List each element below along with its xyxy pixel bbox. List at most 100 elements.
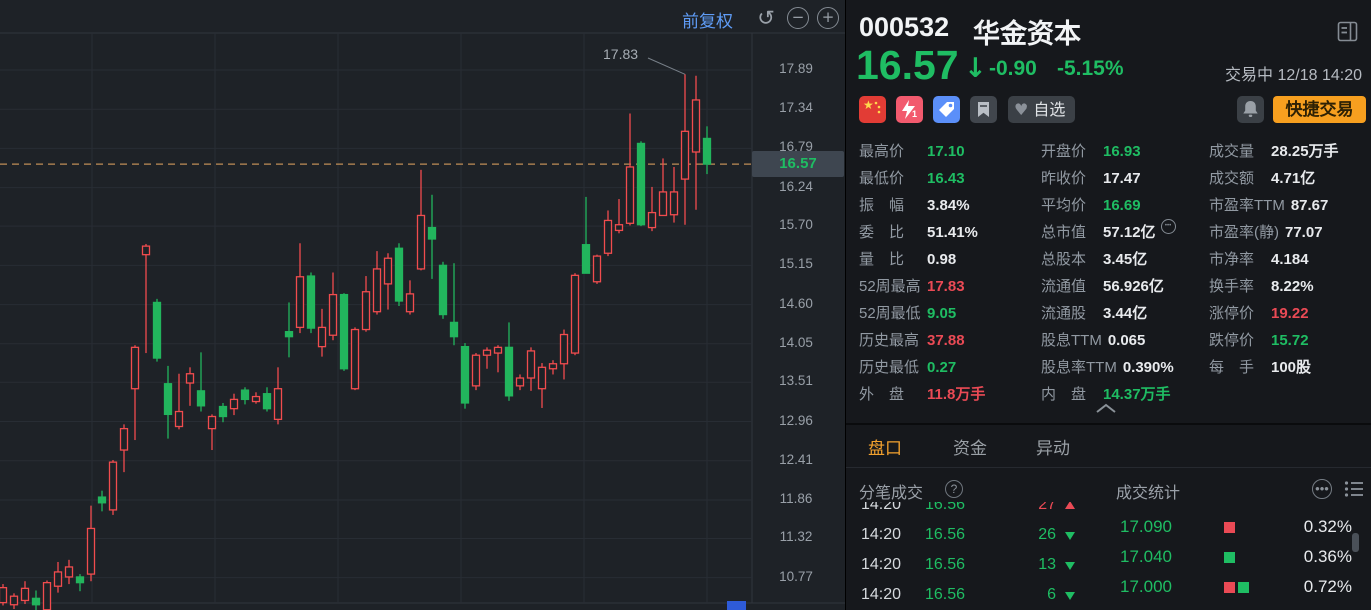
green-volume-square-icon [1224, 552, 1235, 563]
list-view-icon[interactable] [1344, 480, 1364, 498]
stats-column-3: 成交量28.25万手成交额4.71亿市盈率TTM87.67市盈率(静)77.07… [1209, 138, 1367, 381]
stat-row: 内 盘14.37万手 [1041, 381, 1207, 408]
candle-body [154, 302, 161, 358]
candle-body [11, 596, 18, 605]
y-axis-tick: 14.60 [753, 296, 839, 311]
stat-value: 56.926亿 [1103, 273, 1164, 300]
stat-row: 最高价17.10 [859, 138, 1035, 165]
panel-layout-icon[interactable] [1337, 21, 1358, 42]
stat-value: 77.07 [1285, 219, 1323, 246]
stock-code: 000532 [859, 12, 949, 43]
stats-column-1: 最高价17.10最低价16.43振 幅3.84%委 比51.41%量 比0.98… [859, 138, 1035, 408]
stat-label: 总市值 [1041, 219, 1097, 246]
stat-value: 9.05 [927, 300, 956, 327]
candle-body [649, 213, 656, 228]
candle-body [44, 583, 51, 610]
volume-price: 17.040 [1120, 545, 1172, 569]
candle-body [341, 295, 348, 369]
info-icon[interactable]: ••• [1161, 219, 1176, 234]
stat-value: 17.83 [927, 273, 965, 300]
stat-value: 51.41% [927, 219, 978, 246]
candle-body [638, 143, 645, 224]
zoom-out-icon[interactable]: − [787, 7, 809, 29]
price-change-pct: -5.15% [1057, 57, 1124, 81]
stat-value: 16.69 [1103, 192, 1141, 219]
tape-row: 14:2016.566 [846, 583, 1102, 607]
candlestick-chart-region[interactable]: 前复权 ↺ − + 17.83 17.8917.3416.7916.2415.7… [0, 0, 845, 610]
tab-1[interactable]: 盘口 [868, 434, 902, 459]
reset-view-icon[interactable]: ↺ [755, 7, 777, 29]
tape-time: 14:20 [861, 553, 901, 577]
stat-label: 跌停价 [1209, 327, 1265, 354]
more-options-icon[interactable]: ••• [1312, 479, 1332, 499]
candle-body [407, 294, 414, 312]
candle-body [209, 417, 216, 429]
help-icon[interactable]: ? [945, 480, 963, 498]
stat-row: 历史最低0.27 [859, 354, 1035, 381]
y-axis-tick: 16.24 [753, 179, 839, 194]
stat-label: 市净率 [1209, 246, 1265, 273]
stat-value: 4.71亿 [1271, 165, 1315, 192]
zoom-in-icon[interactable]: + [817, 7, 839, 29]
volume-pct: 0.32% [1304, 515, 1352, 539]
quote-panel: 000532 华金资本 16.57 ↓ -0.90 -5.15% 交易中 12/… [846, 0, 1371, 610]
collapse-stats-chevron-icon[interactable] [1094, 401, 1118, 415]
volume-stats-list[interactable]: 17.0900.32%17.0400.36%17.0000.72% [1106, 502, 1366, 610]
stat-row: 平均价16.69 [1041, 192, 1207, 219]
stat-value: 3.44亿 [1103, 300, 1147, 327]
stat-row: 开盘价16.93 [1041, 138, 1207, 165]
adjust-mode-link[interactable]: 前复权 [682, 7, 733, 32]
down-triangle-icon [1065, 532, 1075, 540]
stat-value: 16.93 [1103, 138, 1141, 165]
quick-trade-button[interactable]: 快捷交易 [1273, 96, 1366, 123]
y-axis-tick: 12.41 [753, 452, 839, 467]
candle-body [561, 335, 568, 364]
candle-body [286, 332, 293, 337]
stat-row: 股息率TTM0.390% [1041, 354, 1207, 381]
stat-row: 成交额4.71亿 [1209, 165, 1367, 192]
tape-list[interactable]: 14:2016.562714:2016.562614:2016.561314:2… [846, 502, 1102, 610]
flash-level-icon: 1 [896, 96, 923, 123]
stat-row: 历史最高37.88 [859, 327, 1035, 354]
candle-body [660, 192, 667, 216]
tab-3[interactable]: 异动 [1036, 434, 1070, 459]
stat-label: 最低价 [859, 165, 921, 192]
candle-body [297, 277, 304, 328]
alert-bell-button[interactable] [1237, 96, 1264, 123]
stat-row: 市盈率(静)77.07 [1209, 219, 1367, 246]
tape-price: 16.56 [925, 553, 965, 577]
candle-body [517, 378, 524, 386]
high-annotation: 17.83 [603, 46, 638, 62]
candle-body [704, 138, 711, 164]
stat-row: 昨收价17.47 [1041, 165, 1207, 192]
candle-body [187, 374, 194, 383]
candle-body [352, 330, 359, 389]
candle-body [572, 275, 579, 353]
tab-2[interactable]: 资金 [953, 434, 987, 459]
add-watchlist-button[interactable]: ♥自选 [1008, 96, 1075, 123]
tape-section-title: 分笔成交 [859, 479, 923, 503]
stat-value: 16.43 [927, 165, 965, 192]
note-bookmark-icon[interactable] [970, 96, 997, 123]
stat-value: 57.12亿 [1103, 219, 1156, 246]
stat-label: 开盘价 [1041, 138, 1097, 165]
candle-body [440, 265, 447, 314]
stat-value: 11.8万手 [927, 381, 985, 408]
candle-body [55, 572, 62, 586]
stat-value: 28.25万手 [1271, 138, 1339, 165]
y-axis-tick: 10.77 [753, 569, 839, 584]
candle-body [451, 322, 458, 336]
volume-stat-row: 17.0400.36% [1106, 545, 1366, 569]
stat-label: 流通值 [1041, 273, 1097, 300]
down-triangle-icon [1065, 562, 1075, 570]
stat-label: 量 比 [859, 246, 921, 273]
cn-market-flag-icon: ★ [859, 96, 886, 123]
candlestick-chart[interactable] [0, 0, 845, 610]
y-axis-tick: 12.96 [753, 413, 839, 428]
stat-value: 17.47 [1103, 165, 1141, 192]
stat-label: 换手率 [1209, 273, 1265, 300]
stat-row: 52周最低9.05 [859, 300, 1035, 327]
stat-row: 流通股3.44亿 [1041, 300, 1207, 327]
scrollbar-thumb[interactable] [1352, 533, 1359, 552]
y-axis-tick: 15.15 [753, 256, 839, 271]
